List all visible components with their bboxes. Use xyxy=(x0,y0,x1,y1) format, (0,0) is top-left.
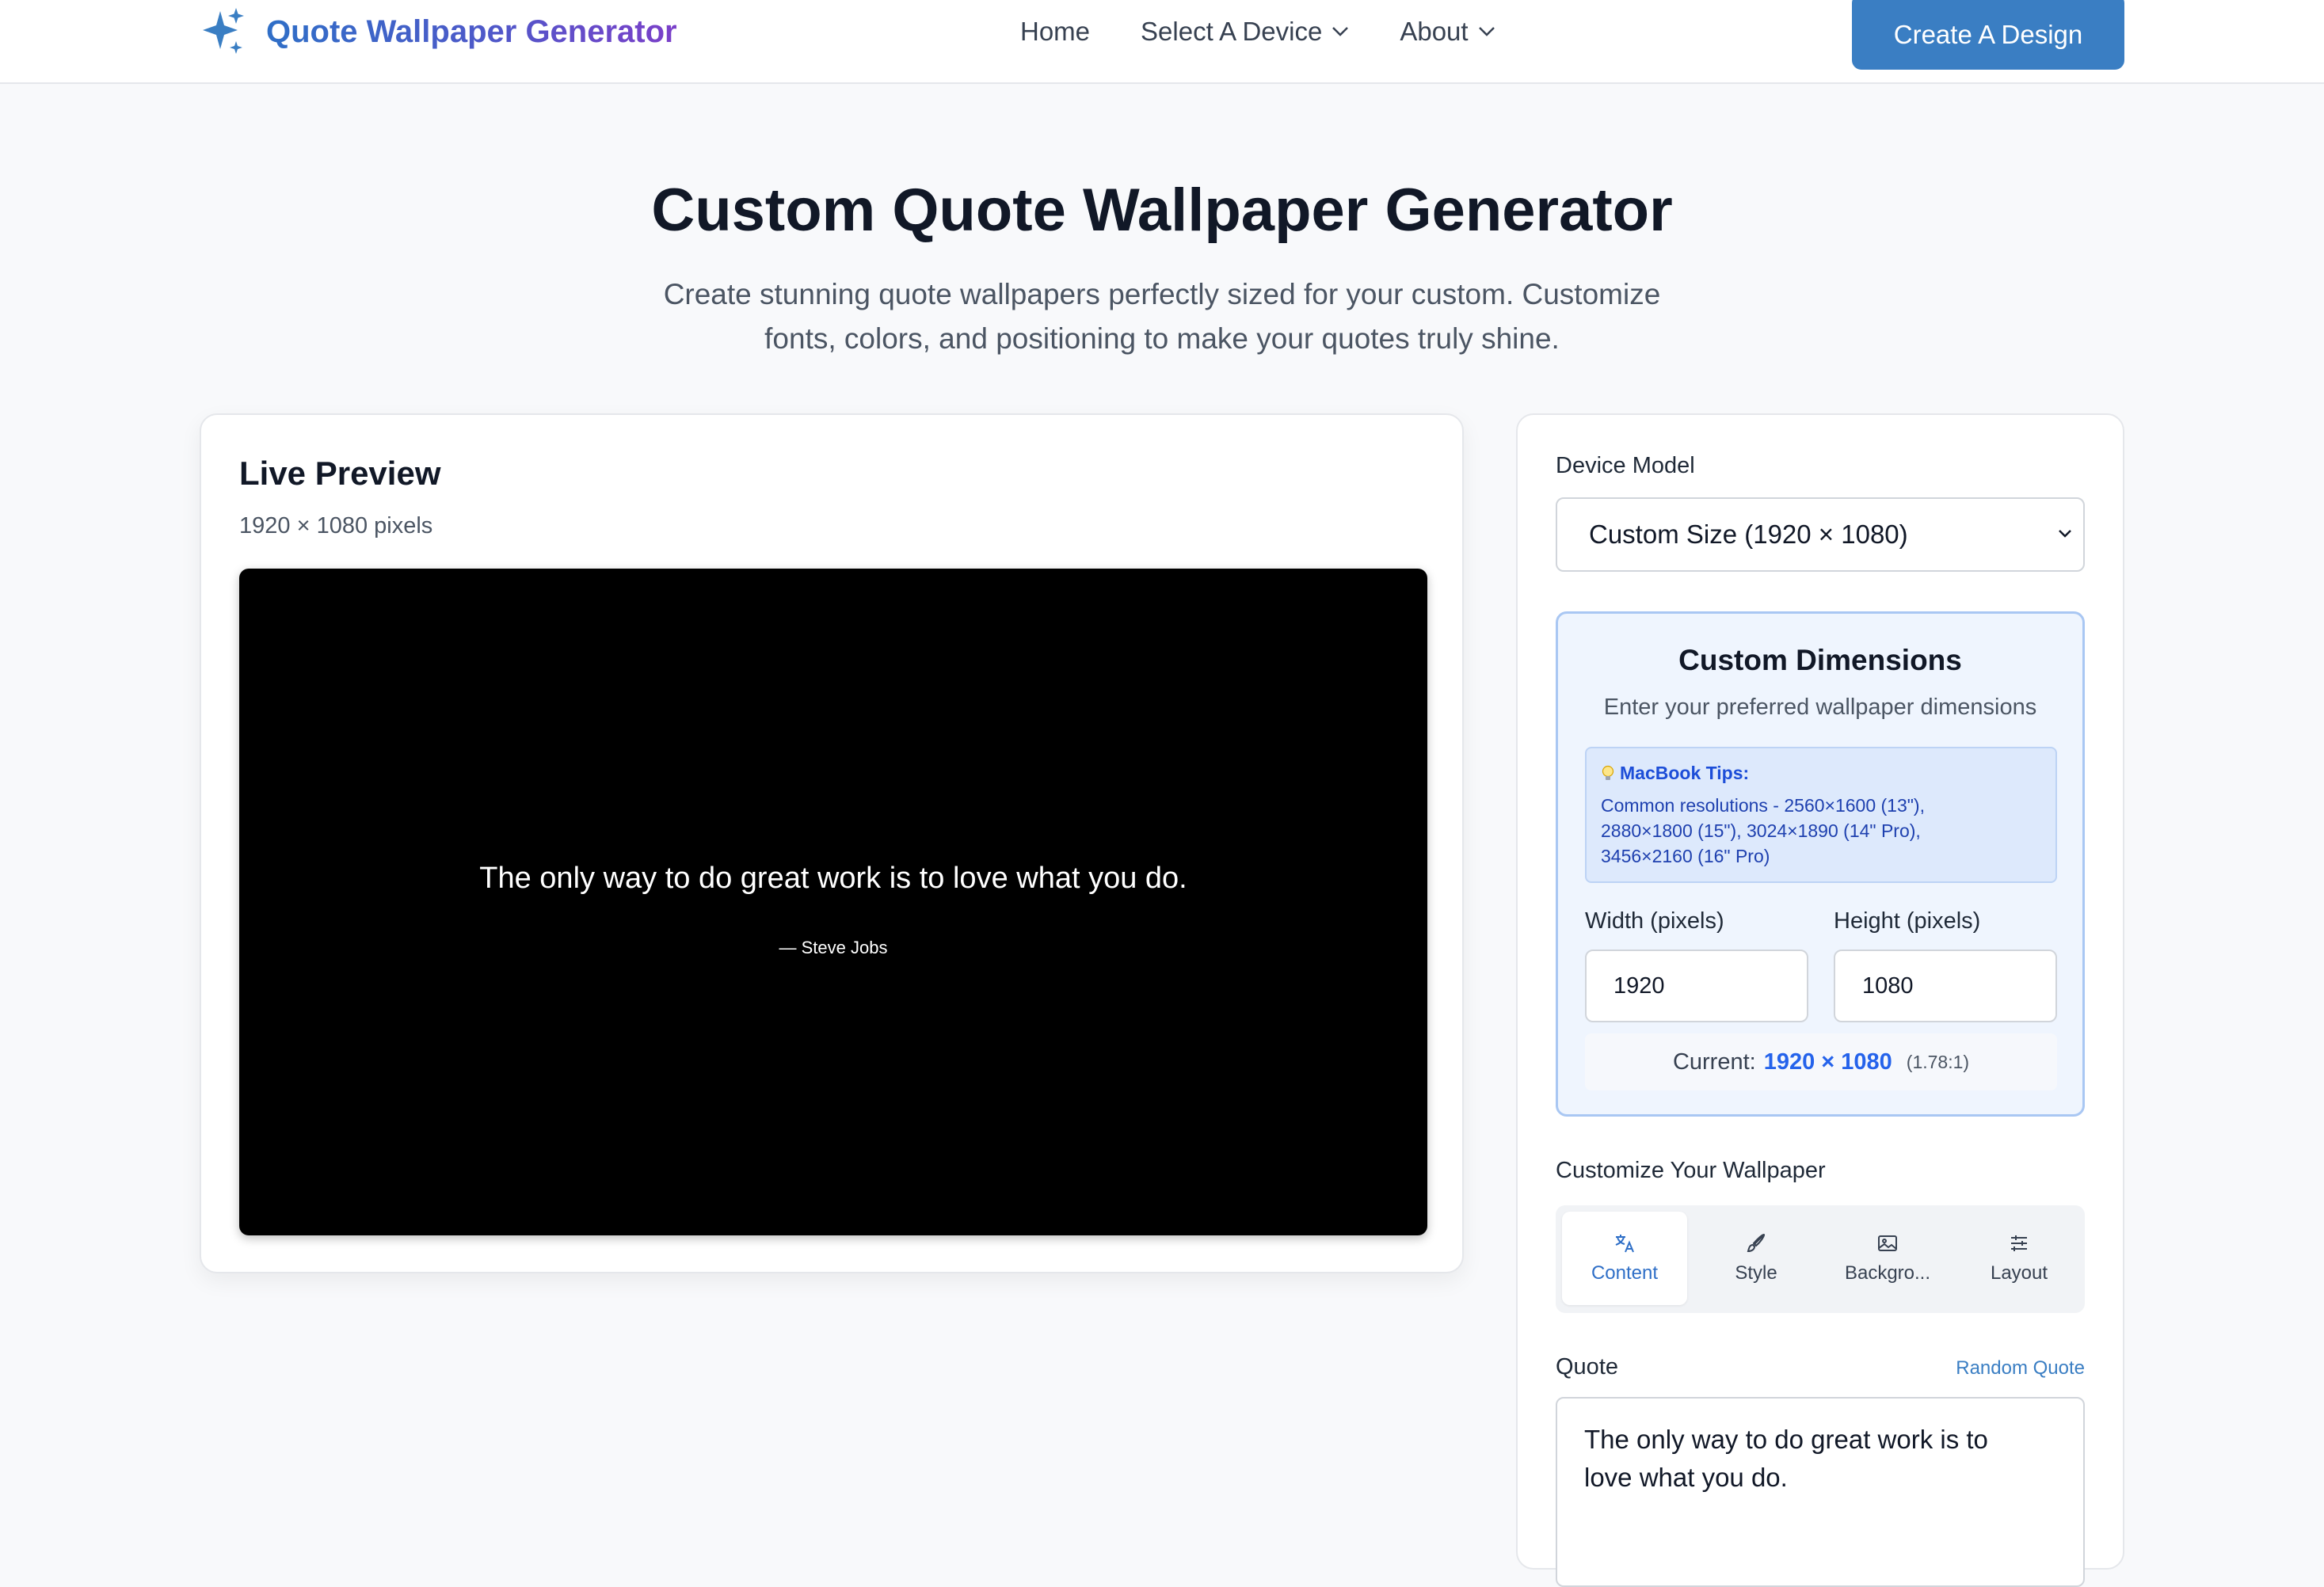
page-title: Custom Quote Wallpaper Generator xyxy=(651,177,1673,244)
tab-background-label: Backgro... xyxy=(1844,1262,1931,1284)
nav-select-device-label: Select A Device xyxy=(1141,17,1323,46)
device-model-selected: Custom Size (1920 × 1080) xyxy=(1589,519,1908,549)
tab-style[interactable]: Style xyxy=(1693,1212,1819,1305)
main-nav: Home Select A Device About xyxy=(1020,11,1495,52)
nav-home[interactable]: Home xyxy=(1020,17,1090,47)
device-model-label: Device Model xyxy=(1556,453,1695,478)
tab-content[interactable]: Content xyxy=(1562,1212,1687,1305)
custom-dimensions-title: Custom Dimensions xyxy=(1678,644,1962,676)
wallpaper-author-text: — Steve Jobs xyxy=(779,938,888,957)
tips-line-3: 3456×2160 (16" Pro) xyxy=(1601,846,1770,866)
chevron-down-icon xyxy=(2059,530,2071,538)
tab-content-label: Content xyxy=(1591,1262,1659,1284)
lightbulb-icon xyxy=(1602,765,1614,780)
nav-select-device[interactable]: Select A Device xyxy=(1141,17,1349,47)
macbook-tips-header: MacBook Tips: xyxy=(1601,763,1749,784)
quote-text-line-2: love what you do. xyxy=(1584,1463,1788,1492)
brand-name: Quote Wallpaper Generator xyxy=(266,13,677,49)
nav-about-label: About xyxy=(1400,17,1469,46)
preview-dimensions: 1920 × 1080 pixels xyxy=(239,513,433,539)
quote-textarea[interactable]: The only way to do great work is to love… xyxy=(1556,1397,2085,1587)
page-subtitle-line-2: fonts, colors, and positioning to make y… xyxy=(764,322,1560,355)
page-subtitle: Create stunning quote wallpapers perfect… xyxy=(618,272,1706,361)
quote-label: Quote xyxy=(1556,1354,1618,1380)
width-input[interactable] xyxy=(1585,950,1808,1022)
custom-dimensions-subtitle: Enter your preferred wallpaper dimension… xyxy=(1603,695,2037,720)
current-label: Current: xyxy=(1672,1048,1756,1075)
tab-layout[interactable]: Layout xyxy=(1956,1212,2082,1305)
wallpaper-quote-text: The only way to do great work is to love… xyxy=(479,862,1187,895)
live-preview-title: Live Preview xyxy=(239,455,441,492)
custom-dimensions-box: Custom Dimensions Enter your preferred w… xyxy=(1556,611,2085,1117)
macbook-tips-box: MacBook Tips: Common resolutions - 2560×… xyxy=(1585,747,2057,883)
current-dimensions: Current: 1920 × 1080 (1.78:1) xyxy=(1585,1033,2057,1090)
page-subtitle-line-1: Create stunning quote wallpapers perfect… xyxy=(663,278,1661,310)
translate-icon xyxy=(1615,1235,1634,1253)
chevron-down-icon xyxy=(1332,27,1349,36)
settings-panel: Device Model Custom Size (1920 × 1080) C… xyxy=(1516,413,2124,1587)
random-quote-link[interactable]: Random Quote xyxy=(1956,1357,2085,1380)
tips-line-2: 2880×1800 (15"), 3024×1890 (14" Pro), xyxy=(1601,820,1921,841)
sparkles-icon xyxy=(203,8,244,54)
live-preview-card: Live Preview 1920 × 1080 pixels The only… xyxy=(200,413,1464,1273)
current-ratio: (1.78:1) xyxy=(1906,1051,1970,1072)
sliders-icon xyxy=(2011,1235,2027,1251)
brand-logo-link[interactable]: Quote Wallpaper Generator xyxy=(200,6,677,57)
brush-icon xyxy=(1747,1233,1766,1253)
tab-background[interactable]: Backgro... xyxy=(1825,1212,1950,1305)
macbook-tips-title: MacBook Tips: xyxy=(1620,763,1750,783)
tab-style-label: Style xyxy=(1735,1262,1777,1284)
tab-layout-label: Layout xyxy=(1990,1262,2048,1284)
width-label: Width (pixels) xyxy=(1585,908,1724,934)
top-nav-bar: Quote Wallpaper Generator Home Select A … xyxy=(0,0,2324,84)
quote-text-line-1: The only way to do great work is to xyxy=(1584,1425,1988,1454)
customize-label: Customize Your Wallpaper xyxy=(1556,1158,1826,1183)
device-model-select[interactable]: Custom Size (1920 × 1080) xyxy=(1556,497,2085,572)
tips-line-1: Common resolutions - 2560×1600 (13"), xyxy=(1601,795,1925,816)
macbook-tips-text: Common resolutions - 2560×1600 (13"), 28… xyxy=(1601,793,2044,869)
height-input[interactable] xyxy=(1834,950,2057,1022)
create-design-button[interactable]: Create A Design xyxy=(1852,0,2124,70)
nav-about[interactable]: About xyxy=(1400,17,1495,47)
current-value: 1920 × 1080 xyxy=(1763,1048,1892,1075)
customize-tabs: Content Style Backgro... Layout xyxy=(1556,1205,2085,1313)
wallpaper-preview: The only way to do great work is to love… xyxy=(239,569,1427,1235)
image-icon xyxy=(1878,1235,1897,1251)
height-label: Height (pixels) xyxy=(1834,908,1981,934)
chevron-down-icon xyxy=(1478,27,1495,36)
